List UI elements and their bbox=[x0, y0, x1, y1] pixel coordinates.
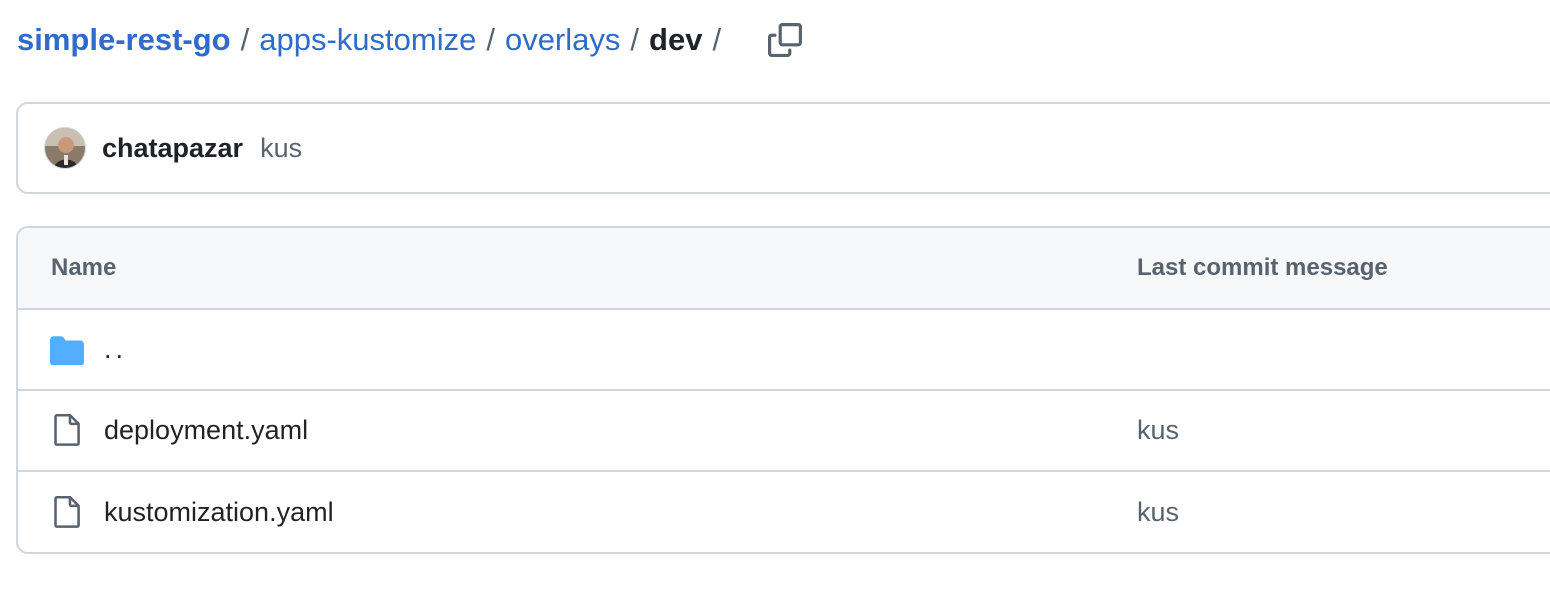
column-header-name: Name bbox=[51, 254, 117, 281]
file-name-link[interactable]: kustomization.yaml bbox=[104, 497, 334, 528]
table-header: Name Last commit message bbox=[18, 228, 1550, 310]
file-commit-message[interactable]: kus bbox=[1137, 391, 1179, 470]
column-header-last-commit-message: Last commit message bbox=[1137, 254, 1388, 281]
file-commit-message[interactable]: kus bbox=[1137, 472, 1179, 552]
breadcrumb-separator: / bbox=[486, 22, 495, 57]
breadcrumb-overlays-link[interactable]: overlays bbox=[505, 22, 620, 58]
file-icon bbox=[50, 495, 84, 530]
file-icon bbox=[50, 413, 84, 448]
copy-path-button[interactable] bbox=[765, 20, 805, 60]
avatar[interactable] bbox=[44, 127, 86, 169]
breadcrumb-separator: / bbox=[240, 22, 250, 57]
folder-icon bbox=[50, 333, 84, 367]
table-row[interactable]: deployment.yaml kus bbox=[18, 391, 1550, 472]
breadcrumb-repo-link[interactable]: simple-rest-go bbox=[17, 22, 231, 58]
commit-message[interactable]: kus bbox=[260, 133, 302, 164]
file-name-link[interactable]: deployment.yaml bbox=[104, 415, 308, 446]
commit-author[interactable]: chatapazar bbox=[102, 133, 243, 164]
latest-commit-box: chatapazar kus bbox=[16, 102, 1550, 194]
breadcrumb-current-dir: dev bbox=[649, 22, 703, 57]
breadcrumb-apps-kustomize-link[interactable]: apps-kustomize bbox=[259, 22, 476, 58]
copy-icon bbox=[768, 23, 803, 57]
file-table: Name Last commit message .. deployment.y… bbox=[16, 226, 1550, 554]
parent-dir-link[interactable]: .. bbox=[104, 334, 127, 365]
breadcrumb-separator: / bbox=[630, 22, 640, 57]
breadcrumb-separator: / bbox=[712, 22, 722, 57]
breadcrumb: simple-rest-go / apps-kustomize / overla… bbox=[17, 14, 805, 66]
table-row[interactable]: kustomization.yaml kus bbox=[18, 472, 1550, 552]
table-row-parent-dir[interactable]: .. bbox=[18, 310, 1550, 391]
